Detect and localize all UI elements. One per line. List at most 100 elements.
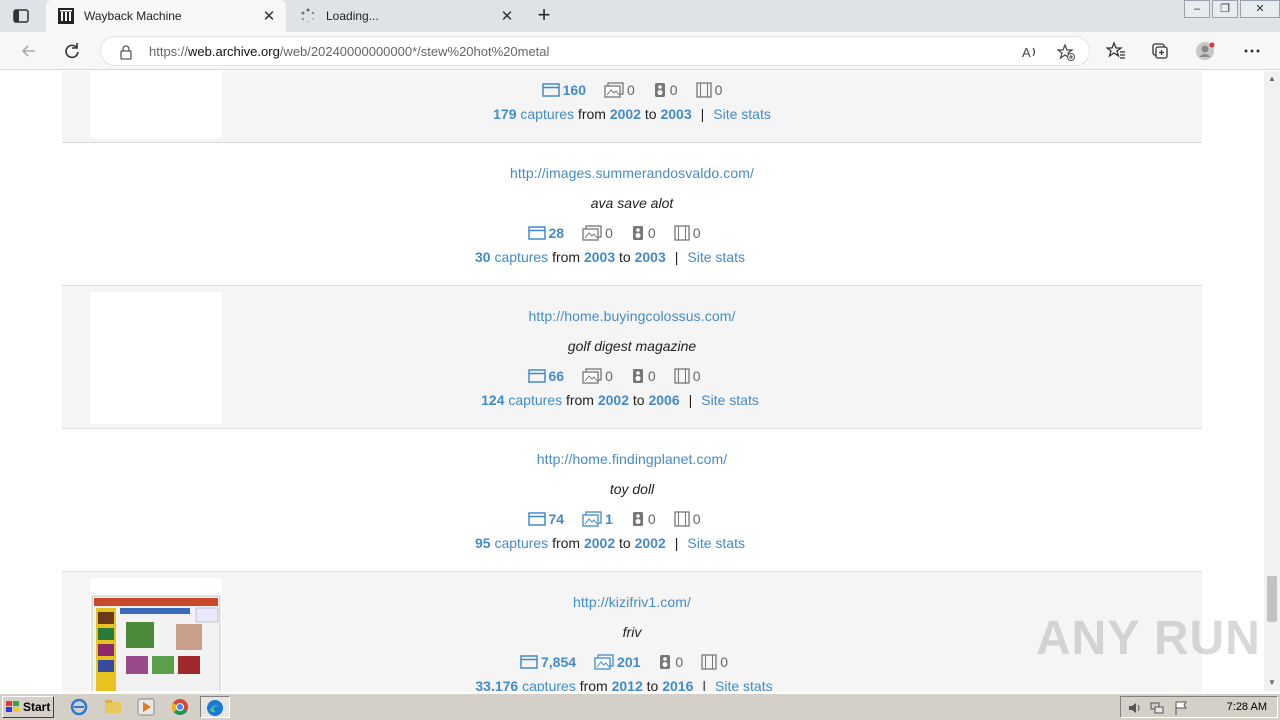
- loading-spinner-icon: [301, 8, 315, 23]
- to-label: to: [632, 392, 645, 408]
- add-favorite-icon[interactable]: [1057, 43, 1075, 61]
- capture-count[interactable]: 124: [481, 392, 504, 408]
- result-item: 160 0 0 0 179 captures from 2002 to 2003…: [62, 71, 1202, 143]
- captures-link[interactable]: captures: [520, 106, 574, 122]
- audio-count: 0: [647, 368, 656, 384]
- file-explorer-icon[interactable]: [104, 698, 122, 716]
- lock-icon[interactable]: [119, 44, 133, 60]
- result-stats: 7,854 201 0 0: [54, 654, 1194, 670]
- image-icon: [582, 368, 602, 384]
- captures-link[interactable]: captures: [494, 535, 548, 551]
- from-year[interactable]: 2002: [598, 392, 629, 408]
- url-domain: web.archive.org: [188, 44, 280, 59]
- pages-stat[interactable]: 28: [527, 225, 564, 241]
- restore-button[interactable]: ❐: [1212, 0, 1238, 18]
- captures-link[interactable]: captures: [494, 249, 548, 265]
- to-year[interactable]: 2016: [662, 678, 693, 691]
- start-button[interactable]: Start: [2, 696, 54, 718]
- site-stats-link[interactable]: Site stats: [687, 249, 745, 265]
- new-tab-button[interactable]: +: [534, 4, 554, 26]
- vertical-scrollbar[interactable]: ▲ ▼: [1264, 71, 1280, 691]
- images-stat[interactable]: 201: [594, 654, 640, 670]
- internet-explorer-icon[interactable]: [70, 698, 88, 716]
- collections-icon[interactable]: [1150, 41, 1170, 61]
- result-item: http://kizifriv1.com/ friv 7,854 201 0 0…: [62, 572, 1202, 691]
- to-year[interactable]: 2003: [660, 106, 691, 122]
- site-stats-link[interactable]: Site stats: [713, 106, 771, 122]
- minimize-button[interactable]: –: [1184, 0, 1210, 18]
- audio-icon: [632, 369, 643, 383]
- more-options-icon[interactable]: [1242, 41, 1262, 61]
- tab-title: Loading...: [326, 9, 379, 23]
- tab-wayback[interactable]: Wayback Machine ✕: [46, 0, 286, 32]
- start-label: Start: [23, 700, 51, 714]
- result-url-link[interactable]: http://home.findingplanet.com/: [62, 451, 1202, 467]
- pages-stat[interactable]: 7,854: [520, 654, 576, 670]
- to-year[interactable]: 2003: [635, 249, 666, 265]
- taskbar-clock[interactable]: 7:28 AM: [1227, 701, 1267, 713]
- scroll-down-icon[interactable]: ▼: [1268, 679, 1276, 687]
- capture-count[interactable]: 30: [475, 249, 491, 265]
- audio-count: 0: [647, 511, 656, 527]
- browser-title-bar: Wayback Machine ✕ Loading... ✕ + – ❐ ✕: [0, 0, 1280, 32]
- from-year[interactable]: 2012: [612, 678, 643, 691]
- captures-link[interactable]: captures: [508, 392, 562, 408]
- video-count: 0: [720, 654, 728, 670]
- window-menu-icon[interactable]: [12, 7, 30, 25]
- url-text[interactable]: https://web.archive.org/web/202400000000…: [149, 44, 549, 59]
- capture-count[interactable]: 179: [493, 106, 516, 122]
- result-url-link[interactable]: http://images.summerandosvaldo.com/: [62, 165, 1202, 181]
- result-title: toy doll: [609, 481, 655, 497]
- webpage-icon: [541, 83, 560, 97]
- images-stat: 0: [604, 82, 635, 98]
- browser-toolbar: https://web.archive.org/web/202400000000…: [0, 32, 1280, 70]
- pages-stat[interactable]: 74: [527, 511, 564, 527]
- from-year[interactable]: 2003: [584, 249, 615, 265]
- webpage-icon: [520, 655, 538, 669]
- webpage-icon: [527, 369, 546, 383]
- pages-stat[interactable]: 66: [527, 368, 565, 384]
- action-center-flag-icon[interactable]: [1173, 700, 1189, 716]
- volume-icon[interactable]: [1127, 700, 1143, 716]
- close-tab-icon[interactable]: ✕: [258, 7, 280, 25]
- capture-summary: 33,176 captures from 2012 to 2016 | Site s…: [54, 678, 1194, 691]
- edge-taskbar-button[interactable]: [200, 696, 230, 718]
- back-icon[interactable]: [18, 40, 40, 62]
- favorites-icon[interactable]: [1106, 41, 1126, 61]
- media-player-icon[interactable]: [137, 698, 155, 716]
- close-tab-icon[interactable]: ✕: [496, 7, 518, 25]
- images-count: 0: [605, 225, 613, 241]
- result-url-link[interactable]: http://home.buyingcolossus.com/: [62, 308, 1202, 324]
- site-stats-link[interactable]: Site stats: [701, 392, 759, 408]
- capture-count[interactable]: 95: [475, 535, 491, 551]
- to-year[interactable]: 2002: [635, 535, 666, 551]
- to-label: to: [619, 249, 631, 265]
- result-url-link[interactable]: http://kizifriv1.com/: [62, 594, 1202, 610]
- site-stats-link[interactable]: Site stats: [715, 678, 773, 691]
- captures-link[interactable]: captures: [522, 678, 576, 691]
- address-bar[interactable]: https://web.archive.org/web/202400000000…: [100, 36, 1090, 66]
- capture-count[interactable]: 33,176: [475, 678, 518, 691]
- from-year[interactable]: 2002: [584, 535, 615, 551]
- audio-stat: 0: [631, 511, 656, 527]
- pages-count: 7,854: [541, 654, 577, 670]
- network-icon[interactable]: [1149, 700, 1165, 716]
- read-aloud-icon[interactable]: A: [1021, 43, 1039, 61]
- refresh-icon[interactable]: [61, 40, 83, 62]
- video-count: 0: [692, 225, 701, 241]
- images-count: 1: [605, 511, 613, 527]
- pages-count: 66: [548, 368, 565, 384]
- audio-icon: [632, 512, 643, 526]
- from-year[interactable]: 2002: [610, 106, 641, 122]
- video-icon: [701, 654, 717, 670]
- pages-stat[interactable]: 160: [541, 82, 586, 98]
- profile-avatar-icon[interactable]: [1195, 41, 1215, 61]
- close-window-button[interactable]: ✕: [1240, 0, 1280, 18]
- site-stats-link[interactable]: Site stats: [687, 535, 745, 551]
- scrollbar-thumb[interactable]: [1267, 576, 1277, 622]
- tab-loading[interactable]: Loading... ✕: [288, 0, 524, 32]
- images-stat[interactable]: 1: [582, 511, 613, 527]
- chrome-icon[interactable]: [171, 698, 189, 716]
- scroll-up-icon[interactable]: ▲: [1268, 75, 1276, 83]
- to-year[interactable]: 2006: [648, 392, 679, 408]
